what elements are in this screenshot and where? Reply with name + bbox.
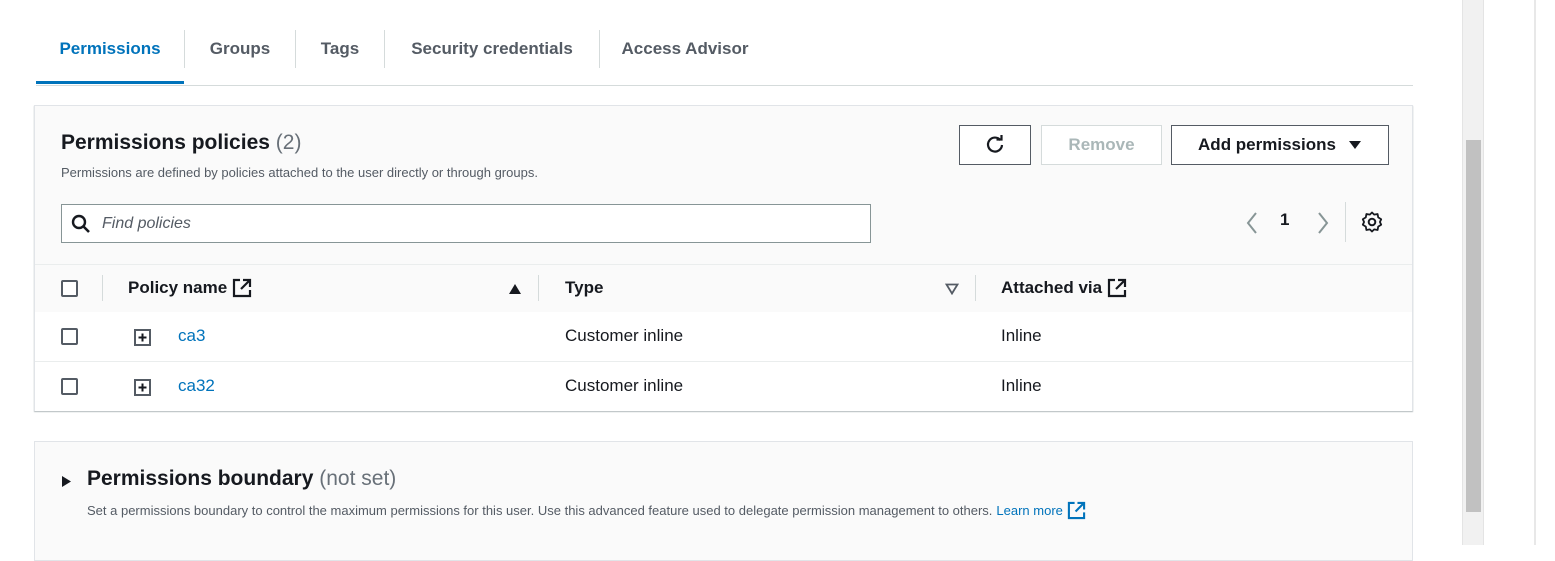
table-row: ca3 Customer inline Inline [35, 312, 1412, 362]
boundary-title[interactable]: Permissions boundary (not set) [87, 467, 396, 491]
refresh-button[interactable] [959, 125, 1031, 165]
search-icon [71, 214, 90, 233]
row-checkbox[interactable] [61, 378, 78, 395]
policy-name-link[interactable]: ca3 [178, 326, 205, 346]
select-all-checkbox[interactable] [61, 280, 78, 297]
sort-descending-icon[interactable] [945, 283, 959, 295]
panel-title-text: Permissions policies [61, 131, 270, 154]
boundary-description-text: Set a permissions boundary to control th… [87, 503, 993, 518]
column-policy-name-label: Policy name [128, 278, 228, 297]
add-permissions-label: Add permissions [1198, 135, 1336, 154]
refresh-icon [986, 135, 1004, 153]
scrollbar-thumb[interactable] [1466, 140, 1481, 512]
caret-right-icon[interactable] [61, 475, 72, 488]
table-header: Policy name Type Attached via [35, 264, 1412, 314]
panel-description: Permissions are defined by policies atta… [61, 165, 538, 180]
tab-tags[interactable]: Tags [296, 30, 384, 84]
tab-groups[interactable]: Groups [185, 30, 295, 84]
policy-type: Customer inline [565, 326, 684, 345]
expand-icon[interactable] [134, 379, 151, 396]
settings-icon[interactable] [1361, 211, 1383, 233]
tab-bar: Permissions Groups Tags Security credent… [36, 30, 1413, 86]
column-divider [975, 275, 976, 301]
search-input[interactable] [102, 205, 842, 242]
chevron-right-icon[interactable] [1316, 211, 1330, 235]
column-attached-via-label: Attached via [1001, 278, 1103, 297]
caret-down-icon [1348, 141, 1361, 149]
external-link-icon [233, 278, 252, 298]
chevron-left-icon[interactable] [1245, 211, 1259, 235]
row-checkbox[interactable] [61, 328, 78, 345]
window-edge [1534, 0, 1536, 545]
policy-count: (2) [275, 131, 302, 154]
boundary-title-text: Permissions boundary [87, 467, 314, 490]
sort-ascending-icon[interactable] [508, 283, 522, 295]
external-link-icon [1107, 278, 1127, 298]
column-attached-via[interactable]: Attached via [1001, 278, 1127, 298]
tab-security-credentials[interactable]: Security credentials [385, 30, 599, 84]
tab-permissions[interactable]: Permissions [36, 30, 184, 84]
column-divider [102, 275, 103, 301]
add-permissions-button[interactable]: Add permissions [1171, 125, 1389, 165]
column-type[interactable]: Type [565, 278, 603, 298]
boundary-description: Set a permissions boundary to control th… [87, 501, 1086, 520]
vertical-scrollbar[interactable] [1462, 0, 1484, 545]
tab-access-advisor[interactable]: Access Advisor [600, 30, 770, 84]
column-policy-name[interactable]: Policy name [128, 278, 252, 298]
external-link-icon[interactable] [1067, 501, 1086, 520]
remove-button[interactable]: Remove [1041, 125, 1162, 165]
expand-icon[interactable] [134, 329, 151, 346]
permissions-boundary-panel[interactable]: Permissions boundary (not set) Set a per… [34, 441, 1413, 561]
boundary-status: (not set) [319, 467, 397, 490]
policy-attached-via: Inline [1001, 326, 1042, 345]
policy-type: Customer inline [565, 376, 684, 395]
search-field [61, 204, 871, 243]
policy-name-link[interactable]: ca32 [178, 376, 215, 396]
main-content: Permissions Groups Tags Security credent… [0, 0, 1462, 561]
pager-divider [1345, 202, 1346, 242]
learn-more-link[interactable]: Learn more [996, 503, 1062, 518]
table-row: ca32 Customer inline Inline [35, 362, 1412, 411]
column-divider [538, 275, 539, 301]
panel-title: Permissions policies (2) [61, 131, 301, 155]
page-number[interactable]: 1 [1280, 210, 1289, 230]
policy-attached-via: Inline [1001, 376, 1042, 395]
permissions-policies-panel: Permissions policies (2) Permissions are… [34, 105, 1413, 411]
